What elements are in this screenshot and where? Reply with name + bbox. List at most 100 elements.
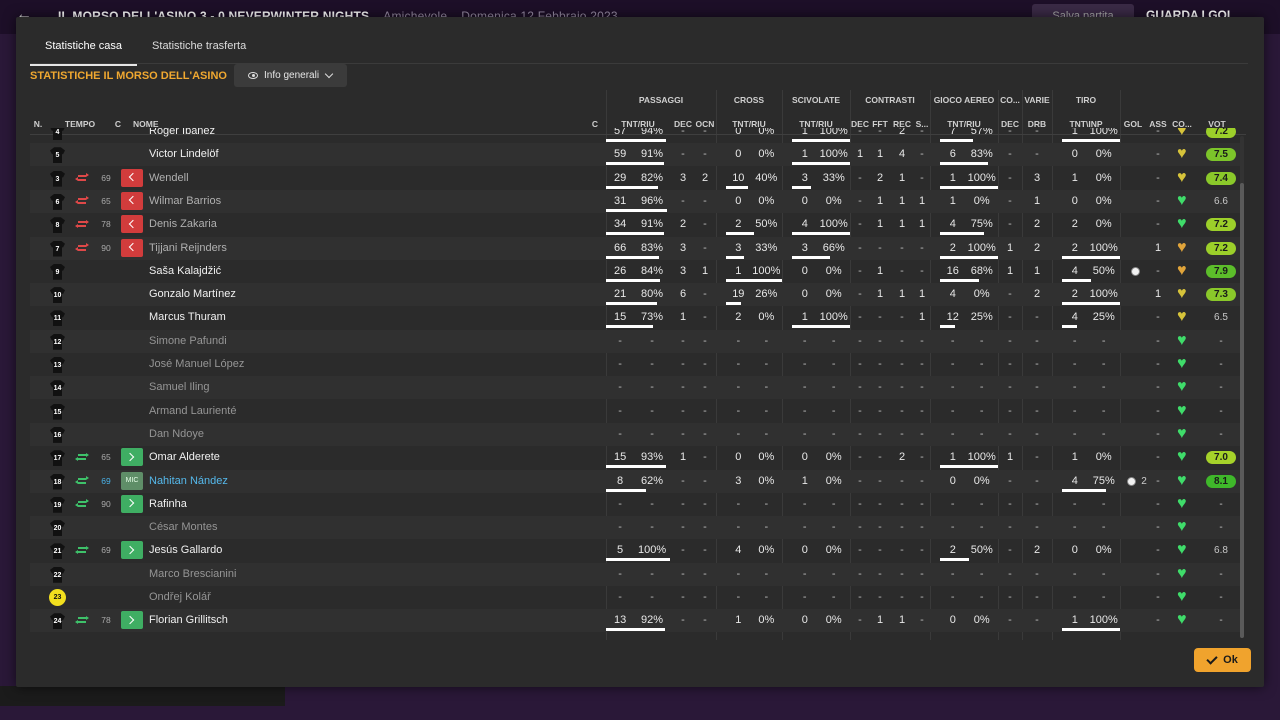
substitution-out-badge[interactable] — [121, 168, 143, 187]
player-name[interactable]: Samuel Iling — [149, 376, 210, 399]
fouls: 1 — [876, 194, 884, 207]
table-row[interactable]: 6 65 Wilmar Barrios 31 96% - -0 0% 0 0% -1 1 1 1 0% -1 0… — [30, 189, 1242, 213]
header-gioco-aereo: GIOCO AEREO — [933, 95, 995, 105]
player-name[interactable]: Jesús Gallardo — [149, 539, 222, 562]
table-row[interactable]: 9 Saša Kalajdžić 26 84% 3 1 1 100% 0 0% -1- -16 68% 1… — [30, 260, 1242, 283]
table-row[interactable]: 20César Montes-------------------- — [30, 516, 1242, 540]
player-name[interactable]: Omar Alderete — [149, 446, 220, 469]
shots-cell: 1 0% — [1062, 167, 1120, 190]
crosses-completed-pct: 0% — [758, 614, 775, 627]
crosses-completed-pct: - — [764, 381, 769, 394]
passes-completed-pct: - — [650, 521, 654, 534]
table-row[interactable]: 14Samuel Iling-------------------- — [30, 376, 1242, 400]
substitution-in-badge[interactable] — [121, 611, 143, 630]
player-name[interactable]: Ondřej Kolář — [149, 586, 211, 609]
player-name[interactable]: Marcus Thuram — [149, 306, 226, 329]
player-name[interactable]: Nahitan Nández — [149, 470, 228, 493]
recoveries: - — [900, 381, 904, 394]
crosses-completed-pct: 100% — [752, 264, 781, 277]
sub-minute: 69 — [101, 172, 111, 183]
tab-away-stats[interactable]: Statistiche trasferta — [137, 31, 261, 63]
player-name[interactable]: Tijjani Reijnders — [149, 237, 227, 260]
shirt-icon: 4 — [50, 128, 65, 140]
shots-attempts: 0 — [1071, 148, 1078, 161]
player-name[interactable]: Dan Ndoye — [149, 423, 204, 446]
contrasti-decisive: - — [858, 128, 862, 137]
table-row[interactable]: 21 69 Jesús Gallardo 5 100% - - 4 0% 0 0% - - - - 2 50% -… — [30, 539, 1242, 562]
crosses-attempts: 0 — [735, 148, 742, 161]
condition-heart-icon — [1177, 471, 1191, 491]
substitution-out-badge[interactable] — [121, 215, 143, 234]
player-name[interactable]: Gonzalo Martínez — [149, 283, 236, 306]
table-row[interactable]: 17 65 Omar Alderete 15 93% 1-0 0% 0 0% - -2-1 100% 1… — [30, 446, 1242, 469]
substitution-out-badge[interactable] — [121, 238, 143, 257]
player-name[interactable]: Simone Pafundi — [149, 330, 227, 353]
ok-button[interactable]: Ok — [1194, 648, 1251, 672]
pass-chances: - — [703, 404, 707, 417]
substitution-out-badge[interactable] — [121, 191, 143, 210]
table-row[interactable]: 18 69 MIC Nahitan Nández 8 62% - - 3 0% 1 0% - - - - 0 0%… — [30, 469, 1242, 493]
scrollbar-thumb[interactable] — [1240, 183, 1244, 638]
table-row[interactable]: 12Simone Pafundi-------------------- — [30, 329, 1242, 353]
shots-completed-pct: - — [1101, 334, 1106, 347]
player-name[interactable]: Denis Zakaria — [149, 213, 217, 236]
passes-attempts: - — [618, 497, 622, 510]
substitution-in-badge[interactable] — [121, 494, 143, 513]
passes-completed-pct: 91% — [641, 218, 664, 231]
player-name[interactable]: Rafinha — [149, 493, 187, 516]
table-row[interactable]: 15Armand Laurienté-------------------- — [30, 400, 1242, 423]
condition-heart-icon — [1177, 564, 1191, 584]
position-badge[interactable]: MIC — [121, 471, 143, 490]
subbed-on-icon — [75, 615, 89, 624]
co-decisive: - — [1008, 171, 1012, 184]
player-name[interactable]: Wilmar Barrios — [149, 190, 221, 213]
aerials-completed-pct: - — [979, 567, 984, 580]
table-row[interactable]: 24 78 Florian Grillitsch 13 92% - -1 0% 0 0% -1 1-0… — [30, 609, 1242, 633]
player-name[interactable]: Florian Grillitsch — [149, 609, 228, 632]
player-name[interactable]: Roger Ibañez — [149, 128, 215, 143]
player-name[interactable]: Marco Brescianini — [149, 563, 236, 586]
table-row[interactable]: 16Dan Ndoye-------------------- — [30, 422, 1242, 446]
table-row[interactable]: 10 Gonzalo Martínez 21 80% 6-19 26% 0 0% -1 1 1 4 0%… — [30, 283, 1242, 307]
player-name[interactable]: César Montes — [149, 516, 217, 539]
player-rating: - — [1219, 335, 1223, 347]
passes-completed-pct: 73% — [641, 311, 664, 324]
crosses-cell: -- — [726, 586, 782, 609]
table-row[interactable]: 3 69 Wendell 29 82% 3 2 10 40% 3 33% -2 1-1 100% -3 1 0%… — [30, 167, 1242, 190]
condition-heart-icon — [1177, 401, 1191, 421]
table-row[interactable]: 11 Marcus Thuram 15 73% 1-2 0% 1 100% - - -1 12 25% -… — [30, 306, 1242, 329]
assists: - — [1156, 474, 1160, 487]
player-name[interactable]: Wendell — [149, 167, 189, 190]
view-dropdown[interactable]: Info generali — [234, 64, 347, 87]
tackles-completed-pct: - — [831, 567, 836, 580]
crosses-completed-pct: - — [764, 567, 769, 580]
table-row[interactable]: 23Ondřej Kolář-------------------- — [30, 586, 1242, 609]
shirt-icon: 18 — [50, 473, 65, 490]
table-row[interactable]: 8 78 Denis Zakaria 34 91% 2-2 50% 4 100% -1 1 1 4 75%… — [30, 213, 1242, 236]
player-name[interactable]: Armand Laurienté — [149, 400, 236, 423]
tackles-attempts: 0 — [801, 614, 808, 627]
table-row[interactable]: 13José Manuel López-------------------- — [30, 353, 1242, 376]
recoveries: 1 — [898, 614, 906, 627]
table-row[interactable]: 1990Rafinha-------------------- — [30, 493, 1242, 516]
shirt-icon: 21 — [50, 543, 65, 560]
table-row[interactable]: 22Marco Brescianini-------------------- — [30, 562, 1242, 586]
aerials-attempts: 2 — [949, 241, 956, 254]
player-name[interactable]: Victor Lindelöf — [149, 143, 219, 166]
table-row[interactable]: 5 Victor Lindelöf 59 91% - -0 0% 1 100% 1 1 4-6 83% -… — [30, 143, 1242, 167]
tackles-attempts: 0 — [801, 451, 808, 464]
crosses-completed-pct: 40% — [755, 171, 778, 184]
player-name[interactable]: Saša Kalajdžić — [149, 260, 221, 283]
player-name[interactable]: José Manuel López — [149, 353, 244, 376]
passes-cell: 8 62% — [606, 470, 670, 493]
shots-completed-pct: - — [1101, 497, 1106, 510]
passes-completed-pct: - — [650, 567, 654, 580]
subbed-on-icon — [75, 476, 89, 485]
table-row[interactable]: 7 90 Tijjani Reijnders 66 83% 3-3 33% 3 66% - - - -2… — [30, 236, 1242, 260]
tab-home-stats[interactable]: Statistiche casa — [30, 31, 138, 66]
table-row[interactable]: 4 Roger Ibañez 57 94% - -0 0% 1 100% - -2-7 57% - -1 1… — [30, 128, 1242, 143]
substitution-in-badge[interactable] — [121, 448, 143, 467]
substitution-in-badge[interactable] — [121, 541, 143, 560]
passes-completed-pct: 84% — [641, 264, 664, 277]
passes-completed-pct: - — [650, 591, 654, 603]
